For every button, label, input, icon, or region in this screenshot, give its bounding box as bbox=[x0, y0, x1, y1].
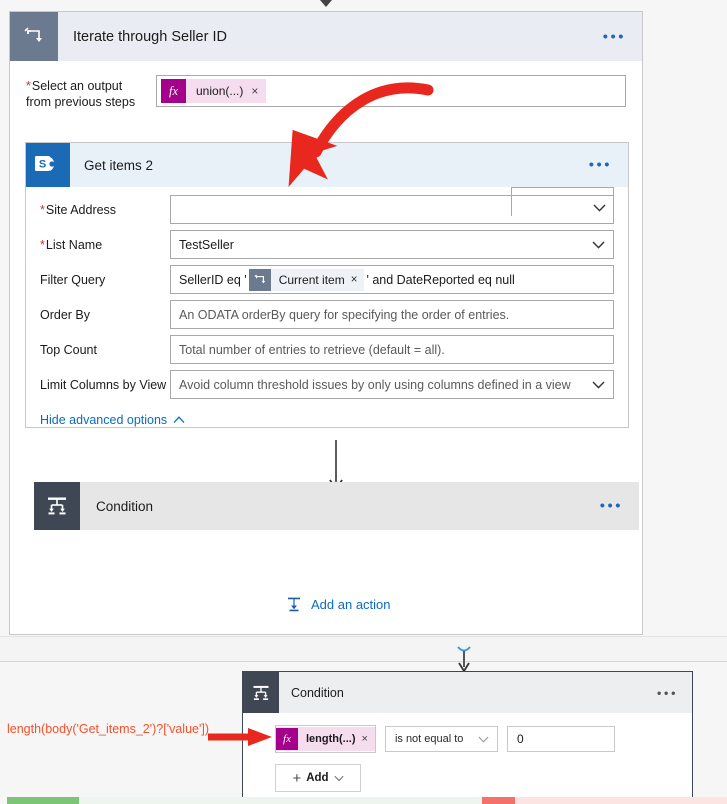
field-row-limit-columns-by-view: Limit Columns by View Avoid column thres… bbox=[40, 370, 614, 399]
limit-columns-placeholder: Avoid column threshold issues by only us… bbox=[179, 377, 571, 392]
select-output-label: *Select an output from previous steps bbox=[26, 75, 156, 110]
section-divider-band bbox=[0, 637, 727, 662]
filter-query-content: SellerID eq ' Current item × ' and DateR… bbox=[179, 268, 515, 291]
loop-icon bbox=[248, 268, 271, 291]
condition-expanded-title: Condition bbox=[291, 685, 344, 700]
filter-query-prefix: SellerID eq ' bbox=[179, 272, 247, 287]
condition-icon bbox=[34, 482, 80, 530]
scope-body: *Select an output from previous steps fx… bbox=[10, 61, 642, 110]
list-name-label: *List Name bbox=[40, 230, 170, 252]
limit-columns-input[interactable]: Avoid column threshold issues by only us… bbox=[170, 370, 614, 399]
condition-icon bbox=[288, 597, 300, 612]
select-output-row: *Select an output from previous steps fx… bbox=[10, 61, 642, 110]
condition-expanded-body: fx length(...) × is not equal to 0 + Add bbox=[243, 713, 692, 792]
scope-title: Iterate through Seller ID bbox=[73, 28, 227, 45]
length-expression-token[interactable]: fx length(...) × bbox=[276, 727, 375, 751]
top-count-label: Top Count bbox=[40, 343, 97, 357]
field-row-top-count: Top Count Total number of entries to ret… bbox=[40, 335, 614, 364]
filter-query-label: Filter Query bbox=[40, 273, 106, 287]
status-bar-red-track bbox=[482, 797, 727, 804]
field-row-site-address: *Site Address bbox=[40, 187, 614, 224]
hide-advanced-options-link[interactable]: Hide advanced options bbox=[26, 413, 628, 427]
add-an-action-label: Add an action bbox=[311, 596, 391, 612]
chevron-down-icon[interactable] bbox=[593, 204, 606, 212]
annotation-expression-text: length(body('Get_items_2')?['value']) bbox=[7, 722, 210, 736]
plus-icon: + bbox=[292, 769, 302, 787]
chevron-down-icon[interactable] bbox=[592, 241, 605, 249]
top-count-input[interactable]: Total number of entries to retrieve (def… bbox=[170, 335, 614, 364]
connector-arrow-top bbox=[316, 0, 336, 8]
get-items-title: Get items 2 bbox=[84, 157, 154, 173]
action-card-condition-collapsed[interactable]: Condition ••• bbox=[34, 482, 639, 530]
current-item-token[interactable]: Current item × bbox=[248, 268, 365, 291]
required-asterisk: * bbox=[40, 238, 45, 252]
scope-card-iterate-through-seller-id: Iterate through Seller ID ••• *Select an… bbox=[9, 11, 643, 635]
field-row-filter-query: Filter Query SellerID eq ' Current item … bbox=[40, 265, 614, 294]
required-asterisk: * bbox=[26, 79, 31, 93]
length-token-label: length(...) bbox=[306, 733, 356, 745]
status-bar-red bbox=[482, 797, 515, 804]
condition-right-operand-input[interactable]: 0 bbox=[506, 726, 615, 752]
condition-expanded-overflow-menu-button[interactable]: ••• bbox=[657, 685, 678, 700]
field-row-order-by: Order By An ODATA orderBy query for spec… bbox=[40, 300, 614, 329]
select-output-label-line2: from previous steps bbox=[26, 95, 136, 109]
add-an-action-button[interactable]: Add an action bbox=[285, 594, 391, 614]
condition-row: fx length(...) × is not equal to 0 bbox=[275, 725, 692, 753]
list-name-input[interactable]: TestSeller bbox=[170, 230, 614, 259]
chevron-up-icon bbox=[173, 416, 185, 424]
loop-icon bbox=[10, 12, 58, 61]
filter-query-suffix: ' and DateReported eq null bbox=[366, 272, 515, 287]
condition-operator-select[interactable]: is not equal to bbox=[384, 726, 498, 752]
union-expression-token[interactable]: fx union(...) × bbox=[161, 79, 267, 103]
order-by-input[interactable]: An ODATA orderBy query for specifying th… bbox=[170, 300, 614, 329]
condition-left-operand-input[interactable]: fx length(...) × bbox=[275, 725, 376, 753]
close-icon[interactable]: × bbox=[251, 84, 266, 98]
current-item-token-label: Current item bbox=[278, 272, 345, 287]
limit-columns-label: Limit Columns by View bbox=[40, 378, 167, 392]
site-address-label: *Site Address bbox=[40, 195, 170, 217]
field-row-list-name: *List Name TestSeller bbox=[40, 230, 614, 259]
sharepoint-icon: S bbox=[26, 143, 70, 187]
condition-operator-value: is not equal to bbox=[394, 733, 464, 745]
condition-icon bbox=[243, 672, 279, 713]
order-by-label: Order By bbox=[40, 308, 91, 322]
condition-collapsed-title: Condition bbox=[96, 498, 154, 514]
get-items-form: *Site Address *List Name TestSeller Filt… bbox=[26, 187, 628, 399]
action-card-condition-expanded: Condition ••• fx length(...) × is not eq… bbox=[242, 671, 693, 800]
condition-expanded-header[interactable]: Condition ••• bbox=[243, 672, 692, 713]
close-icon[interactable]: × bbox=[362, 733, 375, 745]
select-output-label-line1: Select an output bbox=[31, 79, 123, 93]
connector-arrow-lower bbox=[457, 646, 471, 673]
condition-right-operand-value: 0 bbox=[516, 732, 524, 746]
site-address-input[interactable] bbox=[170, 195, 614, 224]
chevron-down-icon[interactable] bbox=[592, 381, 605, 389]
required-asterisk: * bbox=[40, 203, 45, 217]
site-address-control[interactable] bbox=[170, 187, 614, 224]
select-output-input[interactable]: fx union(...) × bbox=[156, 75, 626, 107]
condition-add-button[interactable]: + Add bbox=[275, 764, 361, 792]
close-icon[interactable]: × bbox=[351, 274, 365, 286]
scope-overflow-menu-button[interactable]: ••• bbox=[603, 29, 626, 44]
action-card-get-items-2: S Get items 2 ••• *Site Address *List Na… bbox=[25, 142, 629, 428]
get-items-card-header[interactable]: S Get items 2 ••• bbox=[26, 143, 628, 187]
condition-collapsed-overflow-menu-button[interactable]: ••• bbox=[600, 499, 623, 514]
condition-add-label: Add bbox=[306, 772, 329, 784]
hide-advanced-options-label: Hide advanced options bbox=[40, 413, 168, 427]
fx-icon: fx bbox=[161, 79, 186, 103]
filter-query-input[interactable]: SellerID eq ' Current item × ' and DateR… bbox=[170, 265, 614, 294]
top-count-placeholder: Total number of entries to retrieve (def… bbox=[179, 342, 445, 357]
svg-text:S: S bbox=[39, 159, 46, 171]
list-name-value: TestSeller bbox=[179, 237, 234, 252]
order-by-placeholder: An ODATA orderBy query for specifying th… bbox=[179, 307, 510, 322]
get-items-overflow-menu-button[interactable]: ••• bbox=[589, 158, 612, 173]
site-address-label-text: Site Address bbox=[45, 203, 117, 217]
status-bar-green bbox=[7, 797, 79, 804]
union-token-label: union(...) bbox=[196, 84, 244, 98]
flow-designer-canvas: Iterate through Seller ID ••• *Select an… bbox=[0, 0, 727, 804]
scope-card-header[interactable]: Iterate through Seller ID ••• bbox=[10, 12, 642, 61]
list-name-label-text: List Name bbox=[45, 238, 103, 252]
chevron-down-icon[interactable] bbox=[333, 775, 344, 782]
fx-icon: fx bbox=[276, 728, 298, 750]
chevron-down-icon[interactable] bbox=[478, 736, 489, 743]
